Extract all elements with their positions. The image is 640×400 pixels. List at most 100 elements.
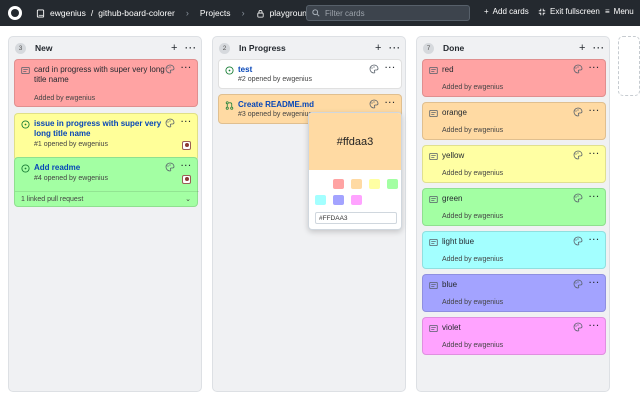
add-card-plus-icon[interactable]: + [375, 42, 381, 54]
card-meta: Added by ewgenius [442, 256, 504, 263]
palette-icon[interactable] [573, 107, 583, 117]
add-cards-button[interactable]: + Add cards [484, 7, 529, 16]
card-menu-icon[interactable]: ··· [589, 321, 600, 330]
filter-search[interactable] [306, 5, 470, 21]
card-note[interactable]: light blue Added by ewgenius ··· [422, 231, 606, 269]
palette-icon[interactable] [165, 64, 175, 74]
breadcrumb-repo[interactable]: github-board-colorer [98, 8, 175, 18]
color-swatch-orange[interactable] [351, 179, 362, 189]
exit-fullscreen-button[interactable]: Exit fullscreen [538, 7, 600, 16]
note-icon [429, 109, 438, 118]
exit-fullscreen-icon [538, 8, 546, 15]
card-note[interactable]: green Added by ewgenius ··· [422, 188, 606, 226]
menu-button[interactable]: ≡ Menu [605, 7, 634, 16]
card-note[interactable]: orange Added by ewgenius ··· [422, 102, 606, 140]
repo-icon [36, 8, 45, 18]
add-card-plus-icon[interactable]: + [171, 42, 177, 54]
card-title: orange [442, 108, 467, 117]
card-menu-icon[interactable]: ··· [589, 235, 600, 244]
card-note[interactable]: red Added by ewgenius ··· [422, 59, 606, 97]
palette-icon[interactable] [573, 279, 583, 289]
card-menu-icon[interactable]: ··· [589, 63, 600, 72]
card-meta: #4 opened by ewgenius [34, 175, 108, 182]
linked-pr-label: 1 linked pull request [21, 195, 84, 203]
card-meta: #3 opened by ewgenius [238, 111, 312, 118]
card-meta: #1 opened by ewgenius [34, 141, 108, 148]
card-meta: Added by ewgenius [442, 84, 504, 91]
menu-label: Menu [613, 7, 634, 16]
color-swatch-light-blue[interactable] [315, 195, 326, 205]
card-meta: Added by ewgenius [34, 95, 96, 102]
column-card-count: 2 [219, 42, 230, 54]
card-title[interactable]: test [238, 65, 378, 75]
avatar[interactable] [182, 175, 191, 184]
card-note[interactable]: violet Added by ewgenius ··· [422, 317, 606, 355]
card-menu-icon[interactable]: ··· [589, 278, 600, 287]
card-note[interactable]: blue Added by ewgenius ··· [422, 274, 606, 312]
palette-icon[interactable] [573, 236, 583, 246]
color-swatch-green[interactable] [387, 179, 398, 189]
issue-open-icon [21, 120, 30, 129]
color-swatch-blue[interactable] [333, 195, 344, 205]
menu-icon: ≡ [605, 7, 610, 16]
breadcrumb-projects[interactable]: Projects [200, 8, 231, 18]
column-menu-icon[interactable]: ··· [185, 43, 197, 53]
column-menu-icon[interactable]: ··· [593, 43, 605, 53]
card-menu-icon[interactable]: ··· [181, 161, 192, 170]
card-menu-icon[interactable]: ··· [181, 117, 192, 126]
card-menu-icon[interactable]: ··· [385, 63, 396, 72]
add-card-plus-icon[interactable]: + [579, 42, 585, 54]
card-title[interactable]: Add readme [34, 163, 174, 173]
color-swatch-yellow[interactable] [369, 179, 380, 189]
palette-icon[interactable] [573, 193, 583, 203]
hex-color-input[interactable]: #FFDAA3 [315, 212, 397, 224]
note-icon [21, 66, 30, 75]
column-title: In Progress [239, 43, 286, 53]
note-icon [429, 281, 438, 290]
card-menu-icon[interactable]: ··· [589, 192, 600, 201]
card-note[interactable]: card in progress with super very long ti… [14, 59, 198, 107]
card-issue[interactable]: test #2 opened by ewgenius ··· [218, 59, 402, 89]
color-preview: #ffdaa3 [309, 113, 401, 170]
filter-cards-input[interactable] [325, 8, 455, 18]
column-menu-icon[interactable]: ··· [389, 43, 401, 53]
card-menu-icon[interactable]: ··· [589, 149, 600, 158]
palette-icon[interactable] [573, 150, 583, 160]
breadcrumb-owner[interactable]: ewgenius [50, 8, 86, 18]
color-swatch-violet[interactable] [351, 195, 362, 205]
card-title: light blue [442, 237, 475, 246]
add-column-placeholder[interactable] [618, 36, 640, 96]
palette-icon[interactable] [369, 64, 379, 74]
card-meta: Added by ewgenius [442, 170, 504, 177]
palette-icon[interactable] [369, 99, 379, 109]
card-title[interactable]: Create README.md [238, 100, 378, 110]
palette-icon[interactable] [165, 118, 175, 128]
card-title[interactable]: issue in progress with super very long t… [34, 119, 174, 139]
linked-pull-request[interactable]: 1 linked pull request ⌄ [15, 191, 199, 206]
card-title: violet [442, 323, 461, 332]
card-note[interactable]: yellow Added by ewgenius ··· [422, 145, 606, 183]
card-title: red [442, 65, 454, 74]
issue-open-icon [21, 164, 30, 173]
card-title: green [442, 194, 463, 203]
color-preview-label: #ffdaa3 [336, 135, 374, 148]
card-menu-icon[interactable]: ··· [589, 106, 600, 115]
column-header: 7 Done + ··· [417, 37, 609, 59]
color-swatch-white[interactable] [315, 179, 326, 189]
github-logo-icon[interactable] [8, 6, 22, 20]
color-picker-popup: #ffdaa3 #FFDAA3 [308, 112, 402, 230]
palette-icon[interactable] [573, 322, 583, 332]
avatar[interactable] [182, 141, 191, 150]
note-icon [429, 195, 438, 204]
color-swatch-red[interactable] [333, 179, 344, 189]
palette-icon[interactable] [165, 162, 175, 172]
palette-icon[interactable] [573, 64, 583, 74]
chevron-down-icon[interactable]: ⌄ [185, 195, 191, 203]
card-menu-icon[interactable]: ··· [181, 63, 192, 72]
column-header: 3 New + ··· [9, 37, 201, 59]
column-new: 3 New + ··· card in progress with super … [8, 36, 202, 392]
card-meta: #2 opened by ewgenius [238, 76, 312, 83]
card-issue-with-pr[interactable]: Add readme #4 opened by ewgenius ··· 1 l… [14, 157, 199, 207]
card-issue[interactable]: issue in progress with super very long t… [14, 113, 198, 161]
card-menu-icon[interactable]: ··· [385, 98, 396, 107]
